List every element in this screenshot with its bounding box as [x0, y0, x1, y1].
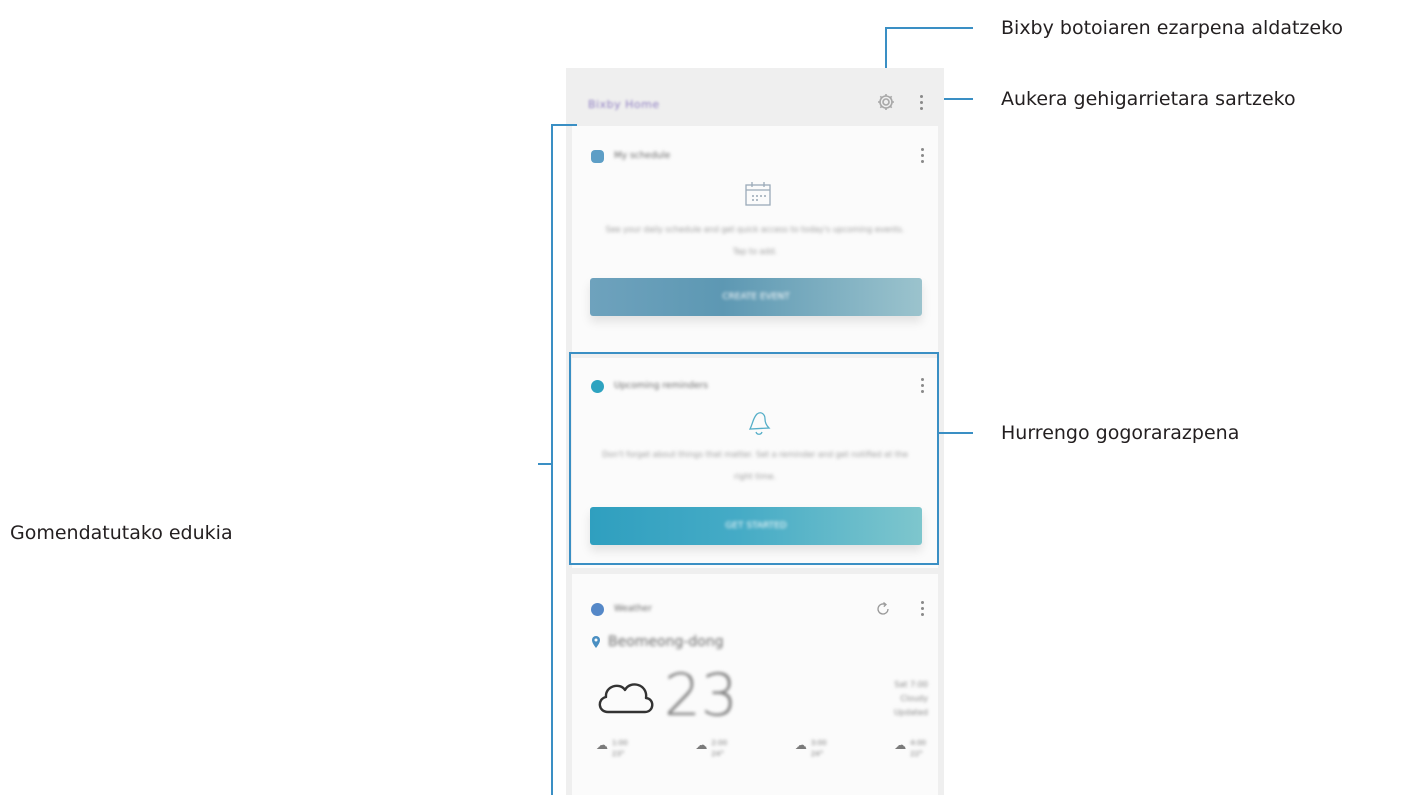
- leader-line: [538, 463, 553, 465]
- weather-detail-line: Sat 7:00: [894, 680, 928, 689]
- more-options-icon[interactable]: [918, 95, 924, 113]
- callout-settings: Bixby botoiaren ezarpena aldatzeko: [1001, 17, 1344, 39]
- forecast-temp: 22°: [910, 750, 923, 758]
- hourly-forecast: ☁ 1:00 23° ☁ 2:00 24° ☁ 3:00 24° ☁ 4:00 22°: [596, 738, 926, 760]
- weather-card[interactable]: Weather Beomeong-dong 23 Sat 7:00 Cloudy…: [572, 574, 938, 795]
- refresh-icon[interactable]: [875, 601, 891, 617]
- small-cloud-icon: ☁: [794, 738, 807, 752]
- card-app-icon: [591, 603, 604, 616]
- cloud-icon: [598, 683, 654, 714]
- gear-icon[interactable]: [875, 91, 897, 113]
- weather-detail-line: Cloudy: [900, 694, 928, 703]
- forecast-item: ☁ 4:00 22°: [894, 738, 926, 760]
- weather-location: Beomeong-dong: [608, 634, 724, 650]
- app-brand-label: Bixby Home: [588, 98, 660, 111]
- forecast-temp: 23°: [612, 750, 625, 758]
- forecast-time: 2:00: [711, 739, 728, 747]
- location-pin-icon: [592, 636, 600, 648]
- small-cloud-icon: ☁: [596, 738, 608, 752]
- callout-recommended: Gomendatutako edukia: [10, 522, 233, 544]
- reminder-highlight-box: [569, 352, 939, 565]
- weather-details: Sat 7:00 Cloudy Updated: [842, 678, 928, 720]
- leader-line: [885, 27, 887, 68]
- calendar-icon: [745, 182, 771, 206]
- small-cloud-icon: ☁: [695, 738, 708, 752]
- forecast-temp: 24°: [810, 750, 824, 758]
- leader-line: [939, 432, 973, 434]
- schedule-card[interactable]: My schedule See your daily schedule and …: [572, 126, 938, 354]
- forecast-temp: 24°: [711, 750, 724, 758]
- card-description: See your daily schedule and get quick ac…: [605, 225, 905, 256]
- leader-line: [944, 98, 973, 100]
- card-title: Weather: [614, 604, 652, 614]
- weather-temperature: 23: [664, 661, 738, 729]
- weather-detail-line: Updated: [893, 708, 928, 717]
- forecast-item: ☁ 1:00 23°: [596, 738, 628, 760]
- card-app-icon: [591, 150, 604, 163]
- create-event-button[interactable]: CREATE EVENT: [590, 278, 922, 316]
- leader-line: [551, 125, 553, 795]
- callout-more-options: Aukera gehigarrietara sartzeko: [1001, 88, 1296, 110]
- card-title: My schedule: [614, 151, 671, 161]
- forecast-time: 3:00: [810, 739, 827, 747]
- card-more-icon[interactable]: [919, 148, 925, 166]
- forecast-time: 1:00: [612, 739, 628, 747]
- forecast-item: ☁ 2:00 24°: [695, 738, 727, 760]
- callout-next-reminder: Hurrengo gogorarazpena: [1001, 422, 1240, 444]
- card-more-icon[interactable]: [919, 601, 925, 619]
- forecast-item: ☁ 3:00 24°: [795, 738, 827, 760]
- top-bar: Bixby Home: [566, 68, 944, 124]
- small-cloud-icon: ☁: [894, 738, 907, 752]
- forecast-time: 4:00: [910, 739, 926, 747]
- leader-line: [885, 27, 973, 29]
- button-label: CREATE EVENT: [722, 292, 790, 302]
- leader-line: [551, 124, 577, 126]
